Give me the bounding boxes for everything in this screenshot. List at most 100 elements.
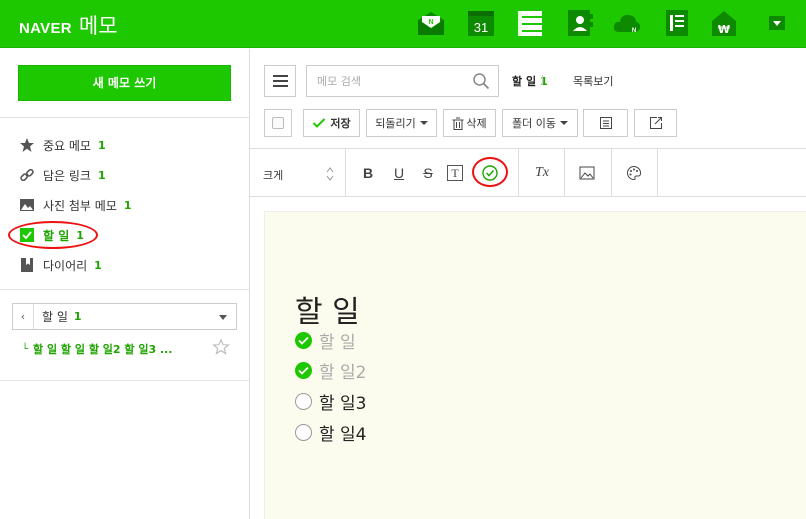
divider	[0, 117, 249, 118]
format-toolbar: 크게 B U S T Tx	[250, 148, 806, 197]
document-icon	[599, 117, 612, 129]
underline-icon[interactable]: U	[389, 163, 409, 183]
memo-editor[interactable]: 할 일 할 일 할 일2 할 일3 할 일4	[264, 211, 806, 519]
caret-down-icon	[419, 121, 428, 125]
divider	[0, 380, 249, 381]
divider	[518, 149, 519, 197]
trash-icon	[452, 117, 464, 130]
count-badge: 1	[94, 258, 102, 272]
mail-icon[interactable]: N	[416, 8, 446, 38]
star-icon	[18, 137, 35, 154]
menu-button[interactable]	[264, 65, 296, 97]
divider	[611, 149, 612, 197]
search-box	[306, 65, 499, 97]
sidebar-item-important[interactable]: 중요 메모 1	[18, 135, 106, 155]
sidebar-item-label: 다이어리	[43, 258, 88, 273]
main-panel: 할 일1 목록보기 저장 되돌리기 삭제 폴더 이동 크게 B U S T Tx	[250, 49, 806, 519]
cloud-icon[interactable]: N	[612, 8, 642, 38]
todo-text[interactable]: 할 일4	[319, 420, 367, 445]
todo-text[interactable]: 할 일	[319, 328, 356, 353]
check-icon	[313, 118, 326, 128]
todo-item: 할 일3	[295, 389, 367, 414]
share-button[interactable]	[634, 109, 677, 137]
select-all-checkbox[interactable]	[264, 109, 292, 137]
move-folder-button[interactable]: 폴더 이동	[502, 109, 578, 137]
checked-circle-icon[interactable]	[295, 331, 312, 349]
highlight-circle	[472, 157, 508, 187]
count-badge: 1	[123, 198, 132, 212]
sidebar: 새 메모 쓰기 중요 메모 1 담은 링크 1 사진 첨부 메모 1 할 일 1…	[0, 49, 250, 519]
memo-list-item[interactable]: └ 할 일 할 일 할 일2 할 일3 ...	[22, 341, 172, 357]
delete-label: 삭제	[466, 117, 487, 130]
memo-title: 할 일	[295, 295, 360, 330]
highlight-circle	[8, 221, 98, 249]
sidebar-item-photos[interactable]: 사진 첨부 메모 1	[18, 195, 132, 215]
household-ledger-icon[interactable]: ₩	[709, 8, 739, 38]
divider	[345, 149, 346, 197]
chevron-down-icon[interactable]	[219, 315, 227, 320]
undo-label: 되돌리기	[375, 117, 416, 130]
star-outline-icon[interactable]	[212, 338, 230, 356]
office-icon[interactable]	[662, 8, 692, 38]
checked-circle-icon[interactable]	[295, 361, 312, 379]
share-icon	[649, 117, 662, 129]
sidebar-item-label: 사진 첨부 메모	[43, 198, 117, 213]
search-input[interactable]	[307, 66, 467, 96]
tree-branch-icon: └	[22, 343, 29, 355]
contacts-icon[interactable]	[565, 8, 595, 38]
save-button[interactable]: 저장	[303, 109, 360, 137]
svg-text:N: N	[428, 19, 433, 26]
clear-format-icon[interactable]: Tx	[532, 163, 552, 183]
memo-title: 할 일 할 일 할 일2 할 일3 ...	[33, 343, 173, 356]
top-bar: NAVER 메모 N 31 N ₩	[0, 0, 806, 48]
sidebar-item-links[interactable]: 담은 링크 1	[18, 165, 106, 185]
folder-name: 할 일	[42, 310, 68, 324]
svg-text:N: N	[632, 28, 636, 34]
palette-icon[interactable]	[624, 163, 644, 183]
strikethrough-icon[interactable]: S	[418, 163, 438, 183]
todo-text[interactable]: 할 일2	[319, 358, 367, 383]
todo-item: 할 일4	[295, 420, 367, 445]
count-badge: 1	[97, 168, 106, 182]
back-icon[interactable]: ‹	[13, 304, 34, 329]
delete-button[interactable]: 삭제	[443, 109, 496, 137]
divider	[542, 75, 543, 85]
count-badge: 1	[97, 138, 106, 152]
bookmark-icon	[18, 257, 35, 274]
memo-list-icon[interactable]	[515, 8, 545, 38]
list-view-link[interactable]: 목록보기	[573, 73, 613, 89]
sidebar-item-label: 중요 메모	[43, 138, 91, 153]
caret-down-icon	[559, 121, 568, 125]
bold-icon[interactable]: B	[358, 163, 378, 183]
undo-button[interactable]: 되돌리기	[366, 109, 437, 137]
unchecked-circle-icon[interactable]	[295, 423, 312, 441]
more-apps-icon[interactable]	[762, 8, 792, 38]
sidebar-item-diary[interactable]: 다이어리 1	[18, 255, 102, 275]
todo-item: 할 일2	[295, 358, 367, 383]
document-button[interactable]	[583, 109, 628, 137]
text-box-icon[interactable]: T	[447, 165, 463, 181]
view-todo-label: 할 일	[512, 75, 537, 88]
sidebar-item-label: 담은 링크	[43, 168, 91, 183]
divider	[564, 149, 565, 197]
svg-text:31: 31	[474, 20, 488, 35]
search-icon[interactable]	[472, 72, 490, 90]
divider	[0, 289, 249, 290]
calendar-icon[interactable]: 31	[466, 8, 496, 38]
photo-icon	[18, 197, 35, 214]
divider	[657, 149, 658, 197]
unchecked-circle-icon[interactable]	[295, 392, 312, 410]
move-folder-label: 폴더 이동	[512, 117, 556, 130]
svg-text:₩: ₩	[718, 23, 730, 36]
folder-count: 1	[73, 310, 82, 323]
new-memo-button[interactable]: 새 메모 쓰기	[18, 65, 231, 101]
folder-selector[interactable]: ‹ 할 일 1	[12, 303, 237, 330]
todo-item: 할 일	[295, 328, 356, 353]
font-size-select[interactable]: 크게	[263, 167, 283, 183]
image-icon[interactable]	[577, 163, 597, 183]
size-spinner-icon[interactable]	[326, 166, 334, 182]
app-switcher: N 31 N ₩	[0, 8, 806, 38]
link-icon	[18, 167, 35, 184]
save-label: 저장	[330, 117, 351, 130]
todo-text[interactable]: 할 일3	[319, 389, 367, 414]
